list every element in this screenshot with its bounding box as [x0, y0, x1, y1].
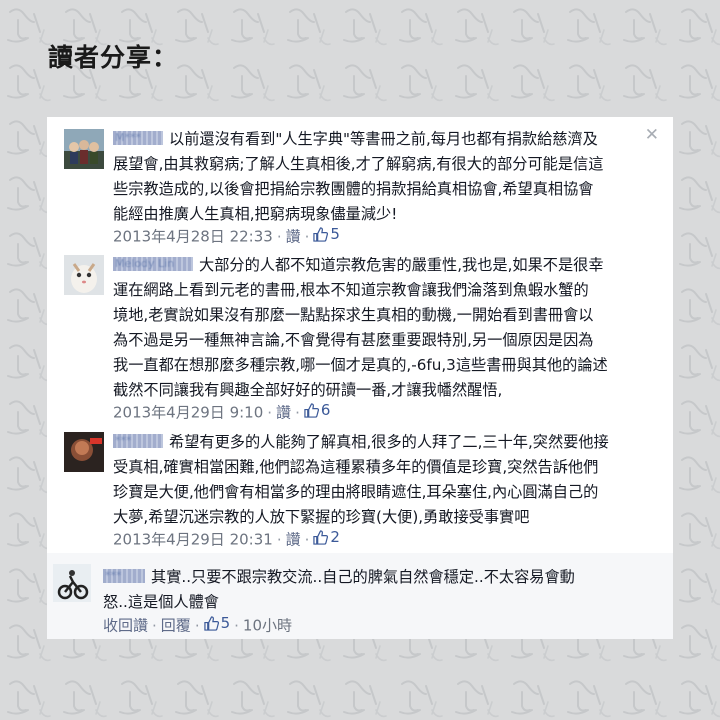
like-count[interactable]: 5: [313, 225, 340, 243]
thumbs-up-icon: [313, 529, 329, 545]
thumbs-up-icon: [313, 226, 329, 242]
page-title: 讀者分享：: [48, 43, 179, 72]
reply-text: *** 其實..只要不跟宗教交流..自己的脾氣自然會穩定..不太容易會動 怒..這…: [103, 568, 575, 611]
avatar[interactable]: [64, 432, 104, 472]
like-button[interactable]: 讚: [286, 531, 301, 549]
withdraw-like-button[interactable]: 收回讚: [103, 617, 148, 635]
username-link[interactable]: ***: [113, 434, 163, 448]
like-button[interactable]: 讚: [276, 404, 291, 422]
avatar[interactable]: [64, 129, 104, 169]
comment-text: M*** 以前還沒有看到"人生字典"等書冊之前,每月也都有捐款給慈濟及 展望會,由…: [113, 130, 604, 223]
comment-panel: ✕ M*** 以前還沒有看到"人生字典"等書冊之前,每月也都有捐款給慈濟及 展望會…: [47, 117, 673, 639]
username-link[interactable]: M***: [113, 131, 163, 145]
time-ago: 10小時: [242, 616, 293, 635]
reply-meta: 收回讚 · 回覆 · 5 · 10小時: [103, 614, 293, 635]
like-button[interactable]: 讚: [286, 228, 301, 246]
like-count[interactable]: 2: [313, 528, 340, 546]
timestamp[interactable]: 2013年4月29日 20:31: [113, 531, 273, 549]
avatar[interactable]: [64, 255, 104, 295]
comment-meta: 2013年4月28日 22:33 · 讚 · 5: [113, 225, 340, 246]
comment-text: Melody Lin 大部分的人都不知道宗教危害的嚴重性,我也是,如果不是很幸 運…: [113, 256, 608, 399]
thumbs-up-icon: [203, 615, 219, 631]
avatar[interactable]: [53, 564, 91, 602]
thumbs-up-icon: [304, 402, 319, 418]
like-count[interactable]: 5: [203, 614, 230, 632]
comment-meta: 2013年4月29日 9:10 · 讚 · 6: [113, 401, 331, 422]
username-link[interactable]: Melody Lin: [113, 257, 193, 271]
username-link[interactable]: ***: [103, 569, 145, 583]
reply-button[interactable]: 回覆: [161, 617, 191, 635]
timestamp[interactable]: 2013年4月29日 9:10: [113, 404, 263, 422]
comment-meta: 2013年4月29日 20:31 · 讚 · 2: [113, 528, 340, 549]
comment-text: *** 希望有更多的人能夠了解真相,很多的人拜了二,三十年,突然要他接 受真相,確…: [113, 433, 609, 526]
like-count[interactable]: 6: [304, 401, 330, 419]
timestamp[interactable]: 2013年4月28日 22:33: [113, 228, 273, 246]
